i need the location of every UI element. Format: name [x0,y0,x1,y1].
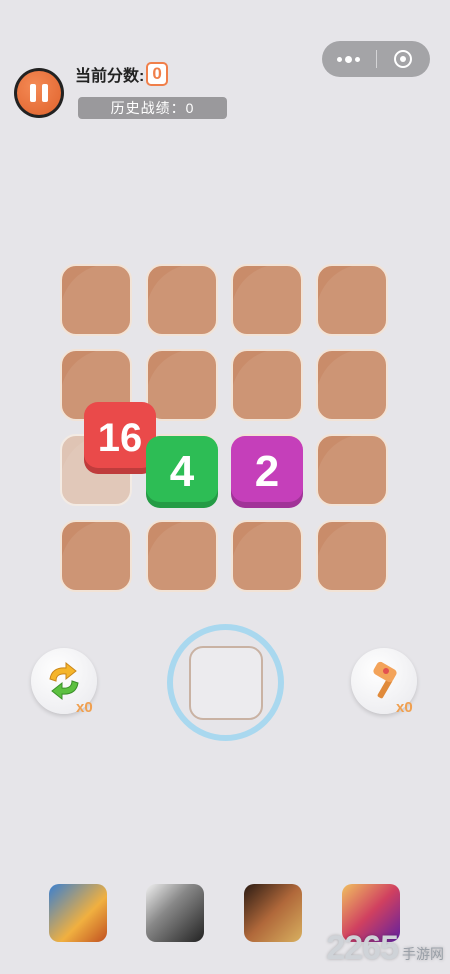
hammer-count: x0 [396,699,413,716]
watermark-text: 手游网 [402,946,444,962]
board-cell [316,520,388,592]
number-tile[interactable]: 4 [146,436,218,508]
target-circle-icon [394,50,413,68]
score-label: 当前分数: [75,68,145,85]
current-score: 当前分数: 0 [75,62,168,86]
watermark-number: 2265 [326,929,399,967]
undo-arrows-icon [49,661,79,701]
board-cell [60,264,132,336]
board-cell [60,520,132,592]
score-value: 0 [146,62,168,86]
board-cell [316,349,388,421]
game-board: 16 4 2 [60,264,390,594]
pause-icon [17,71,61,115]
board-cell [146,520,218,592]
game-icon[interactable] [244,884,302,942]
hammer-icon [373,661,397,699]
pause-button[interactable] [14,68,64,118]
slot-box [188,645,263,720]
board-cell [316,434,388,506]
board-cell [231,264,303,336]
board-cell [146,349,218,421]
board-cell [316,264,388,336]
game-icon[interactable] [49,884,107,942]
watermark: 2265 手游网 [326,929,444,968]
history-record-badge: 历史战绩：0 [78,97,227,119]
board-cell [231,520,303,592]
number-tile[interactable]: 2 [231,436,303,508]
close-button[interactable] [377,41,431,77]
game-icon[interactable] [146,884,204,942]
more-button[interactable] [322,41,376,77]
board-cell [146,264,218,336]
miniprogram-capsule [322,41,430,77]
undo-count: x0 [76,699,93,716]
board-cell [231,349,303,421]
tile-drop-slot[interactable] [167,624,284,741]
more-dots-icon [337,55,361,63]
